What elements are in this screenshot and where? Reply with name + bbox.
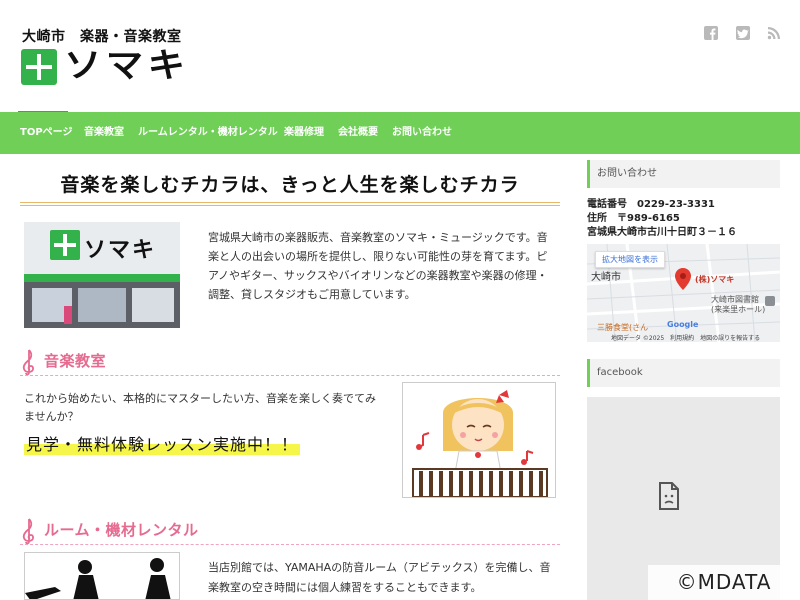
site-tagline: 大崎市 楽器・音楽教室 <box>22 29 182 45</box>
map-pin-label[interactable]: (株)ソマキ <box>695 274 734 285</box>
rental-description: 当店別館では、YAMAHAの防音ルーム（アビテックス）を完備し、音楽教室の空き時… <box>208 561 551 594</box>
intro-text: 宮城県大崎市の楽器販売、音楽教室のソマキ・ミュージックです。音楽と人の出会いの場… <box>208 231 548 301</box>
sidebar-heading-contact: お問い合わせ <box>587 160 780 188</box>
nav-item-rental[interactable]: ルームレンタル・機材レンタル <box>138 112 278 154</box>
contact-phone[interactable]: 電話番号 0229-23-3331 <box>587 198 787 212</box>
contact-info: 電話番号 0229-23-3331 住所 〒989-6165 宮城県大崎市古川十… <box>587 198 787 240</box>
facebook-icon[interactable] <box>704 26 720 42</box>
section-heading-lesson: 音楽教室 <box>20 345 560 376</box>
section-heading-rental: ルーム・機材レンタル <box>20 514 560 545</box>
nav-item-company[interactable]: 会社概要 <box>338 112 378 154</box>
title-divider <box>20 202 560 203</box>
map-city-label: 大崎市 <box>591 272 621 283</box>
nav-item-repair[interactable]: 楽器修理 <box>284 112 324 154</box>
google-map[interactable]: 拡大地図を表示 (株)ソマキ 大崎市 大崎市図書館 (来楽里ホール) 三勝食堂(… <box>587 244 780 342</box>
free-lesson-banner[interactable]: 見学・無料体験レッスン実施中！！ <box>24 431 301 455</box>
lesson-illustration <box>402 382 556 498</box>
band-silhouette-image <box>24 552 180 600</box>
store-front-image: ソマキ <box>24 222 180 328</box>
title-divider <box>20 205 560 206</box>
nav-item-contact[interactable]: お問い合わせ <box>392 112 452 154</box>
section-heading-label: ルーム・機材レンタル <box>44 521 199 539</box>
store-sign-text: ソマキ <box>84 238 157 263</box>
logo-cross-icon[interactable] <box>21 49 57 85</box>
section-divider <box>20 544 560 545</box>
broken-page-icon <box>658 482 680 514</box>
nav-item-music-school[interactable]: 音楽教室 <box>84 112 124 154</box>
site-header: 大崎市 楽器・音楽教室 ソマキ <box>0 0 800 112</box>
map-place-hall: (来楽里ホール) <box>711 305 766 314</box>
treble-clef-icon <box>22 518 34 545</box>
treble-clef-icon <box>22 349 34 376</box>
google-logo: Google <box>667 320 699 329</box>
map-enlarge-button[interactable]: 拡大地図を表示 <box>595 251 665 268</box>
main-nav: TOPページ 音楽教室 ルームレンタル・機材レンタル 楽器修理 会社概要 お問い… <box>0 112 800 154</box>
contact-postal: 住所 〒989-6165 <box>587 213 680 224</box>
contact-address: 宮城県大崎市古川十日町３－１６ <box>587 227 737 238</box>
rss-icon[interactable] <box>767 26 783 42</box>
page-title: 音楽を楽しむチカラは、きっと人生を楽しむチカラ <box>60 174 520 196</box>
map-place-restaurant: 三勝食堂(さん <box>597 323 649 332</box>
section-divider <box>20 375 560 376</box>
map-attribution[interactable]: 地図データ ©2025 利用規約 地図の誤りを報告する <box>611 333 760 342</box>
lesson-description: これから始めたい、本格的にマスターしたい方、音楽を楽しく奏でてみませんか？ <box>24 392 376 423</box>
twitter-icon[interactable] <box>736 26 752 42</box>
nav-item-top[interactable]: TOPページ <box>20 112 72 154</box>
watermark: ©MDATA <box>648 565 800 600</box>
section-heading-label: 音楽教室 <box>44 352 107 370</box>
sidebar-heading-facebook: facebook <box>587 359 780 387</box>
logo-text[interactable]: ソマキ <box>64 44 189 88</box>
